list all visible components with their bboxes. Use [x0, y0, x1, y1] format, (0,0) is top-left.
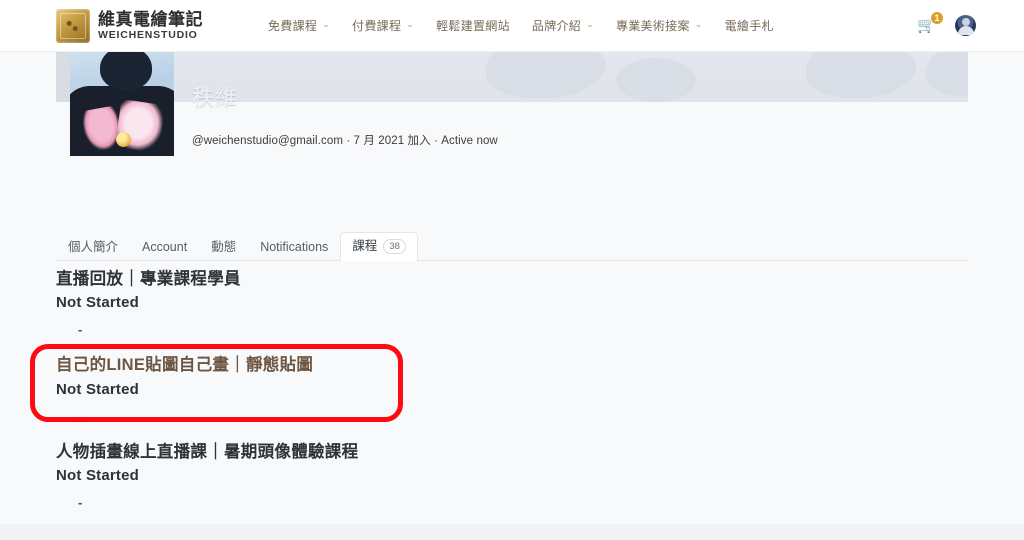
course-title[interactable]: 直播回放｜專業課程學員: [56, 268, 968, 290]
brand-name-cn: 維真電繪筆記: [98, 9, 203, 29]
course-status: Not Started: [56, 380, 140, 398]
nav-item-brand-intro[interactable]: 品牌介紹 ⌄: [532, 17, 594, 34]
profile-tabs: 個人簡介 Account 動態 Notifications 課程 38: [56, 230, 968, 261]
site-header: 維真電繪筆記 WEICHENSTUDIO 免費課程 ⌄ 付費課程 ⌄ 輕鬆建置網…: [0, 0, 1024, 52]
cover-left-edge: [56, 52, 70, 102]
nav-item-free-courses[interactable]: 免費課程 ⌄: [268, 17, 330, 34]
nav-item-website-building[interactable]: 輕鬆建置網站: [436, 17, 510, 34]
avatar-jacket-coin: [116, 132, 131, 147]
course-list-item[interactable]: 人物插畫線上直播課｜暑期頭像體驗課程 Not Started -: [56, 433, 968, 519]
course-status: Not Started: [56, 294, 140, 312]
course-list-item[interactable]: 自己的LINE貼圖自己畫｜靜態貼圖 Not Started -: [56, 346, 968, 432]
nav-item-label: 付費課程: [352, 19, 402, 33]
chevron-down-icon: ⌄: [586, 19, 594, 29]
nav-item-label: 電繪手札: [724, 19, 774, 33]
nav-item-label: 品牌介紹: [531, 19, 582, 33]
nav-item-label: 專業美術接案: [615, 19, 690, 33]
tab-label: Account: [142, 239, 188, 254]
nav-item-label: 輕鬆建置網站: [436, 19, 510, 33]
main-navigation: 免費課程 ⌄ 付費課程 ⌄ 輕鬆建置網站 品牌介紹 ⌄ 專業美術接案 ⌄ 電繪手…: [268, 17, 774, 34]
tab-label: 動態: [211, 239, 237, 254]
cover-decoration: [486, 52, 606, 98]
weichen-studio-logo-icon: [56, 8, 90, 43]
course-progress-value: -: [78, 408, 83, 424]
brand-text: 維真電繪筆記 WEICHENSTUDIO: [98, 11, 203, 41]
tab-label: 個人簡介: [68, 239, 119, 254]
course-list-item[interactable]: 直播回放｜專業課程學員 Not Started -: [56, 260, 968, 346]
course-status: Not Started: [56, 466, 140, 484]
cover-decoration: [806, 52, 916, 98]
user-avatar-icon[interactable]: [955, 15, 976, 36]
tab-profile[interactable]: 個人簡介: [56, 234, 130, 261]
cart-count-badge: 1: [930, 10, 944, 25]
profile-display-name: 秩維: [192, 85, 239, 110]
footer-band: [0, 524, 1024, 540]
brand-name-en: WEICHENSTUDIO: [98, 28, 198, 41]
tab-label: Notifications: [260, 239, 329, 254]
nav-item-digital-art-notes[interactable]: 電繪手札: [725, 17, 774, 34]
course-progress-value: -: [78, 322, 83, 338]
header-actions: 🛒 1: [917, 10, 976, 37]
chevron-down-icon: ⌄: [322, 19, 331, 29]
tab-courses[interactable]: 課程 38: [340, 232, 418, 261]
page-body: 秩維 @weichenstudio@gmail.com · 7 月 2021 加…: [0, 52, 1024, 540]
nav-item-paid-courses[interactable]: 付費課程 ⌄: [352, 17, 414, 34]
tab-activity[interactable]: 動態: [199, 234, 248, 261]
nav-item-label: 免費課程: [268, 19, 318, 33]
tab-courses-count-badge: 38: [383, 239, 406, 254]
chevron-down-icon: ⌄: [406, 19, 415, 29]
profile-photo[interactable]: [70, 52, 174, 156]
cover-decoration: [926, 52, 968, 96]
tab-notifications[interactable]: Notifications: [248, 234, 340, 261]
course-list: 直播回放｜專業課程學員 Not Started - 自己的LINE貼圖自己畫｜靜…: [56, 260, 968, 519]
profile-meta-line: @weichenstudio@gmail.com · 7 月 2021 加入 ·…: [192, 135, 498, 147]
shopping-cart-button[interactable]: 🛒 1: [917, 10, 944, 37]
course-progress-value: -: [78, 494, 83, 510]
course-title[interactable]: 人物插畫線上直播課｜暑期頭像體驗課程: [56, 441, 968, 463]
course-title[interactable]: 自己的LINE貼圖自己畫｜靜態貼圖: [56, 354, 968, 376]
chevron-down-icon: ⌄: [694, 19, 703, 29]
tab-account[interactable]: Account: [130, 234, 199, 261]
tab-label: 課程: [352, 239, 378, 254]
cover-decoration: [616, 58, 696, 102]
nav-item-professional-art-commissions[interactable]: 專業美術接案 ⌄: [616, 17, 703, 34]
brand-logo-link[interactable]: 維真電繪筆記 WEICHENSTUDIO: [56, 8, 203, 43]
avatar-head: [100, 52, 152, 90]
